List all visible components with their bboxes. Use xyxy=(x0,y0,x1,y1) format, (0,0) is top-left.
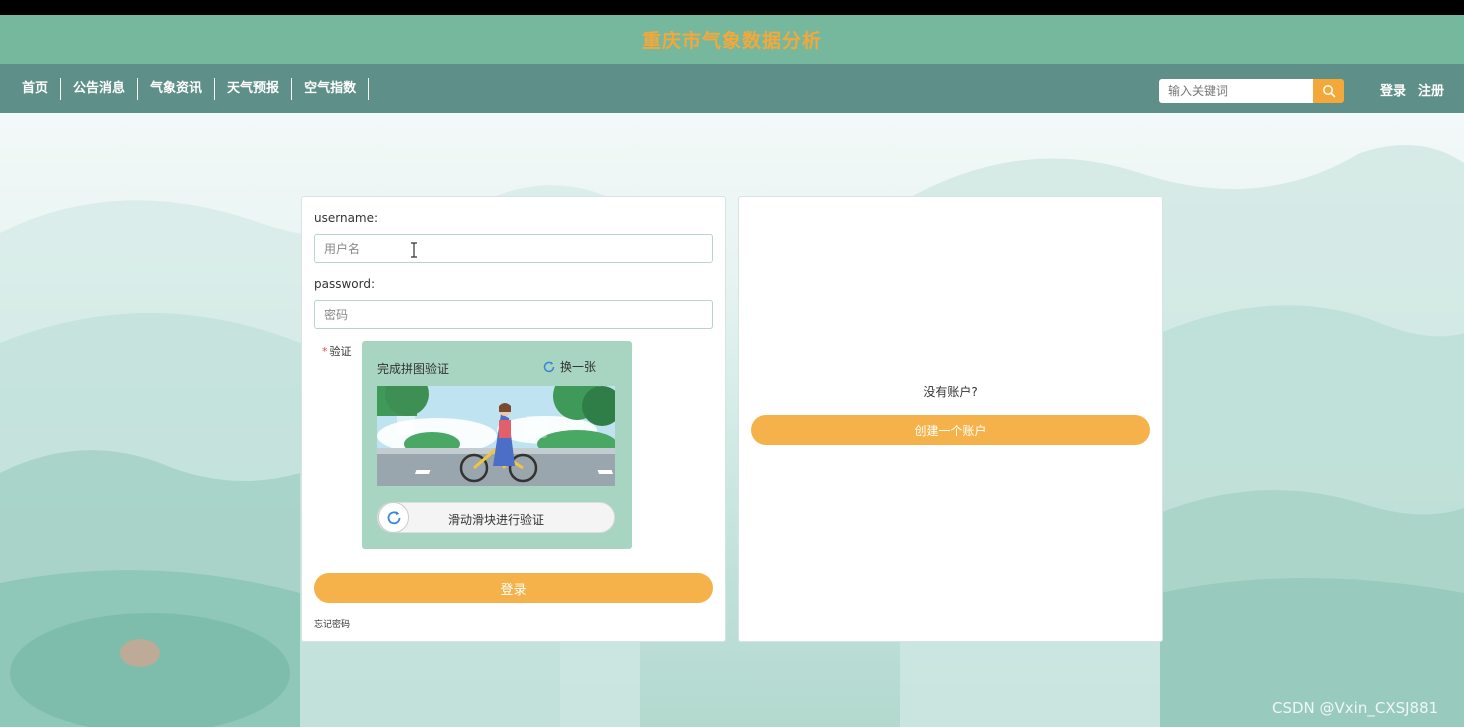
login-submit-button[interactable]: 登录 xyxy=(314,573,713,603)
verify-label-text: 验证 xyxy=(329,345,352,358)
refresh-icon xyxy=(543,361,555,372)
username-label: username: xyxy=(314,211,379,225)
slider-instruction: 滑动滑块进行验证 xyxy=(447,513,544,527)
landscape-background xyxy=(0,113,1464,727)
captcha-refresh-button[interactable]: 换一张 xyxy=(542,358,596,375)
password-label: password: xyxy=(314,277,376,291)
required-mark: * xyxy=(322,345,328,358)
nav-item-home[interactable]: 首页 xyxy=(10,77,62,100)
auth-links: 登录 注册 xyxy=(1380,80,1444,99)
login-link[interactable]: 登录 xyxy=(1380,80,1406,99)
captcha-puzzle-image xyxy=(377,386,615,486)
create-account-button[interactable]: 创建一个账户 xyxy=(751,415,1150,445)
search-input[interactable] xyxy=(1159,79,1313,103)
captcha-title: 完成拼图验证 xyxy=(377,362,450,376)
nav-item-forecast[interactable]: 天气预报 xyxy=(215,77,293,100)
register-link[interactable]: 注册 xyxy=(1418,80,1444,99)
captcha-refresh-label: 换一张 xyxy=(560,360,597,374)
mountain-landscape-illustration xyxy=(0,145,1464,727)
verify-label: * 验证 xyxy=(322,343,352,359)
site-title: 重庆市气象数据分析 xyxy=(641,30,822,52)
no-account-prompt: 没有账户? xyxy=(923,385,978,399)
search-box xyxy=(1159,79,1344,103)
username-input[interactable] xyxy=(314,234,713,263)
site-header: 重庆市气象数据分析 xyxy=(0,15,1464,64)
login-card: username: password: *验证 完成拼图验证 换一张 xyxy=(301,196,726,642)
forgot-password-link[interactable]: 忘记密码 xyxy=(314,617,350,630)
captcha-slider-track[interactable]: 滑动滑块进行验证 xyxy=(377,502,615,533)
nav-item-air-index[interactable]: 空气指数 xyxy=(292,77,370,100)
password-input[interactable] xyxy=(314,300,713,329)
cyclist-illustration xyxy=(377,386,615,486)
register-card: 没有账户? 创建一个账户 xyxy=(738,196,1163,642)
search-icon xyxy=(1322,85,1335,98)
main-nav: 首页 公告消息 气象资讯 天气预报 空气指数 登录 注册 xyxy=(0,64,1464,113)
nav-item-announcements[interactable]: 公告消息 xyxy=(61,77,139,100)
nav-menu: 首页 公告消息 气象资讯 天气预报 空气指数 xyxy=(0,77,370,100)
nav-item-weather-news[interactable]: 气象资讯 xyxy=(138,77,216,100)
text-cursor-icon xyxy=(411,242,417,258)
search-button[interactable] xyxy=(1313,79,1344,103)
watermark-text: CSDN @Vxin_CXSJ881 xyxy=(1272,699,1439,717)
window-top-bar xyxy=(0,0,1464,15)
puzzle-captcha: 完成拼图验证 换一张 滑动滑块进行验证 xyxy=(362,341,632,549)
